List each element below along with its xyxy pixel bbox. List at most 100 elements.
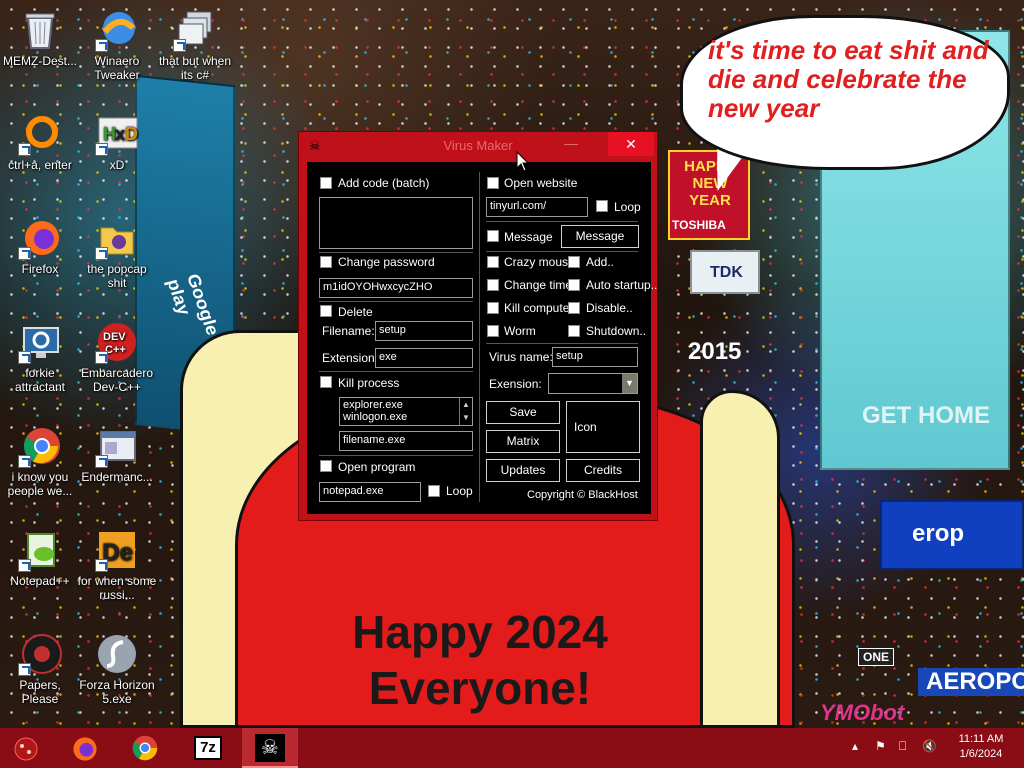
copyright-text: Copyright © BlackHost: [527, 489, 638, 501]
desktop-icon-label: Firefox: [21, 262, 59, 276]
password-input[interactable]: m1idOYOHwxcycZHO: [319, 278, 473, 298]
desktop-icon-devcpp[interactable]: DEV C++ Embarcadero Dev-C++: [77, 316, 157, 394]
listbox-spinner[interactable]: ▲ ▼: [459, 398, 472, 425]
desktop-icon-label: Notepad++: [10, 574, 70, 588]
divider: [319, 455, 473, 456]
one-way-sign: ONE: [858, 648, 895, 666]
desktop-icon-endermanch[interactable]: Endermanc...: [77, 420, 157, 484]
close-button[interactable]: ✕: [608, 132, 654, 156]
taskbar-7zip[interactable]: 7z: [180, 728, 236, 768]
spin-down-icon[interactable]: ▼: [460, 411, 472, 424]
open-program-label: Open program: [338, 460, 416, 474]
spin-up-icon[interactable]: ▲: [460, 398, 472, 411]
virus-name-label: Virus name:: [489, 350, 553, 364]
volume-muted-icon[interactable]: 🔇: [922, 739, 937, 753]
disable-label: Disable..: [586, 301, 633, 315]
icon-button[interactable]: Icon: [566, 401, 640, 453]
devcpp-icon: DEV C++: [95, 320, 139, 364]
tray-chevron-up-icon[interactable]: ▴: [852, 739, 858, 753]
hxd-icon: HxD: [95, 112, 139, 156]
website-loop-checkbox[interactable]: [596, 200, 608, 212]
desktop-icon-label: i know you people we...: [7, 470, 73, 498]
disable-checkbox[interactable]: [568, 302, 580, 314]
process-filename-input[interactable]: filename.exe: [339, 431, 473, 451]
clock-date: 1/6/2024: [959, 748, 1003, 760]
kill-process-checkbox[interactable]: [320, 376, 332, 388]
credits-button[interactable]: Credits: [566, 459, 640, 482]
open-website-checkbox[interactable]: [487, 177, 499, 189]
divider: [319, 252, 473, 253]
pirate-flag-icon: ☠: [255, 734, 285, 762]
billboard-gethome-text: GET HOME: [862, 402, 991, 429]
firefox-icon: [18, 216, 62, 260]
open-program-checkbox[interactable]: [320, 460, 332, 472]
desktop-icon-ctrl-a-enter[interactable]: ctrl+a, enter: [0, 108, 80, 172]
message-checkbox[interactable]: [487, 230, 499, 242]
add-checkbox[interactable]: [568, 256, 580, 268]
extension-input[interactable]: exe: [375, 348, 473, 368]
virus-name-input[interactable]: setup: [552, 347, 638, 367]
desktop-icon-de[interactable]: De for when some russi...: [77, 524, 157, 602]
shirt-text: Happy 2024 Everyone!: [300, 604, 660, 716]
shutdown-label: Shutdown..: [586, 324, 647, 338]
crazy-mouse-checkbox[interactable]: [487, 256, 499, 268]
shortcut-arrow-icon: [18, 559, 31, 572]
stacked-windows-icon: [173, 8, 217, 52]
desktop-icon-popcap[interactable]: the popcap shit: [77, 212, 157, 290]
desktop-icon-firefox[interactable]: Firefox: [0, 212, 80, 276]
program-loop-checkbox[interactable]: [428, 485, 440, 497]
desktop-icon-notepadpp[interactable]: Notepad++: [0, 524, 80, 588]
filename-input[interactable]: setup: [375, 321, 473, 341]
desktop-icon-chrome[interactable]: i know you people we...: [0, 420, 80, 498]
virus-maker-window[interactable]: ☠ Virus Maker — ✕ Add code (batch) Chang…: [298, 131, 658, 521]
change-time-checkbox[interactable]: [487, 279, 499, 291]
desktop-icon-forkie[interactable]: forkie attractant: [0, 316, 80, 394]
desktop-icon-winaero[interactable]: Winaero Tweaker: [77, 4, 157, 82]
title-bar[interactable]: ☠ Virus Maker — ✕: [299, 132, 657, 158]
shortcut-arrow-icon: [18, 247, 31, 260]
desktop-icon-memz[interactable]: MEMZ-Dest...: [0, 4, 80, 68]
shutdown-checkbox[interactable]: [568, 325, 580, 337]
divider: [319, 301, 473, 302]
auto-startup-label: Auto startup..: [586, 278, 658, 292]
taskbar-chrome[interactable]: [118, 728, 174, 768]
auto-startup-checkbox[interactable]: [568, 279, 580, 291]
desktop-icon-that-but[interactable]: that but when its c#: [155, 4, 235, 82]
batch-code-textarea[interactable]: [319, 197, 473, 249]
firefox-icon: [73, 737, 97, 761]
chevron-down-icon[interactable]: ▼: [622, 374, 637, 393]
worm-checkbox[interactable]: [487, 325, 499, 337]
action-center-flag-icon[interactable]: ⚑: [875, 739, 886, 753]
billboard-tdk: TDK: [690, 250, 760, 294]
start-button[interactable]: [0, 728, 56, 768]
kill-computer-checkbox[interactable]: [487, 302, 499, 314]
flash-icon: [95, 632, 139, 676]
desktop-icon-papers-please[interactable]: Papers, Please: [0, 628, 80, 706]
save-button[interactable]: Save: [486, 401, 560, 424]
svg-text:C++: C++: [105, 344, 126, 356]
taskbar-firefox[interactable]: [58, 728, 114, 768]
shortcut-arrow-icon: [95, 247, 108, 260]
taskbar-virus-maker[interactable]: ☠: [242, 728, 298, 768]
system-clock[interactable]: 11:11 AM 1/6/2024: [950, 732, 1012, 762]
desktop-icon-xd[interactable]: HxD xD: [77, 108, 157, 172]
divider: [486, 343, 638, 344]
add-code-checkbox[interactable]: [320, 177, 332, 189]
network-icon[interactable]: ⎕: [899, 739, 906, 754]
updates-button[interactable]: Updates: [486, 459, 560, 482]
desktop-icon-forza[interactable]: Forza Horizon 5.exe: [77, 628, 157, 706]
shortcut-arrow-icon: [95, 455, 108, 468]
website-input[interactable]: tinyurl.com/: [486, 197, 588, 217]
billboard-europa-text: erop: [912, 520, 965, 547]
process-list-item[interactable]: winlogon.exe: [343, 411, 469, 423]
matrix-button[interactable]: Matrix: [486, 430, 560, 453]
shortcut-arrow-icon: [18, 663, 31, 676]
process-listbox[interactable]: explorer.exe winlogon.exe: [339, 397, 473, 426]
svg-text:DEV: DEV: [103, 331, 126, 343]
message-button[interactable]: Message: [561, 225, 639, 248]
change-password-checkbox[interactable]: [320, 256, 332, 268]
program-input[interactable]: notepad.exe: [319, 482, 421, 502]
minimize-button[interactable]: —: [554, 132, 588, 158]
process-list-item[interactable]: explorer.exe: [343, 399, 469, 411]
delete-checkbox[interactable]: [320, 305, 332, 317]
